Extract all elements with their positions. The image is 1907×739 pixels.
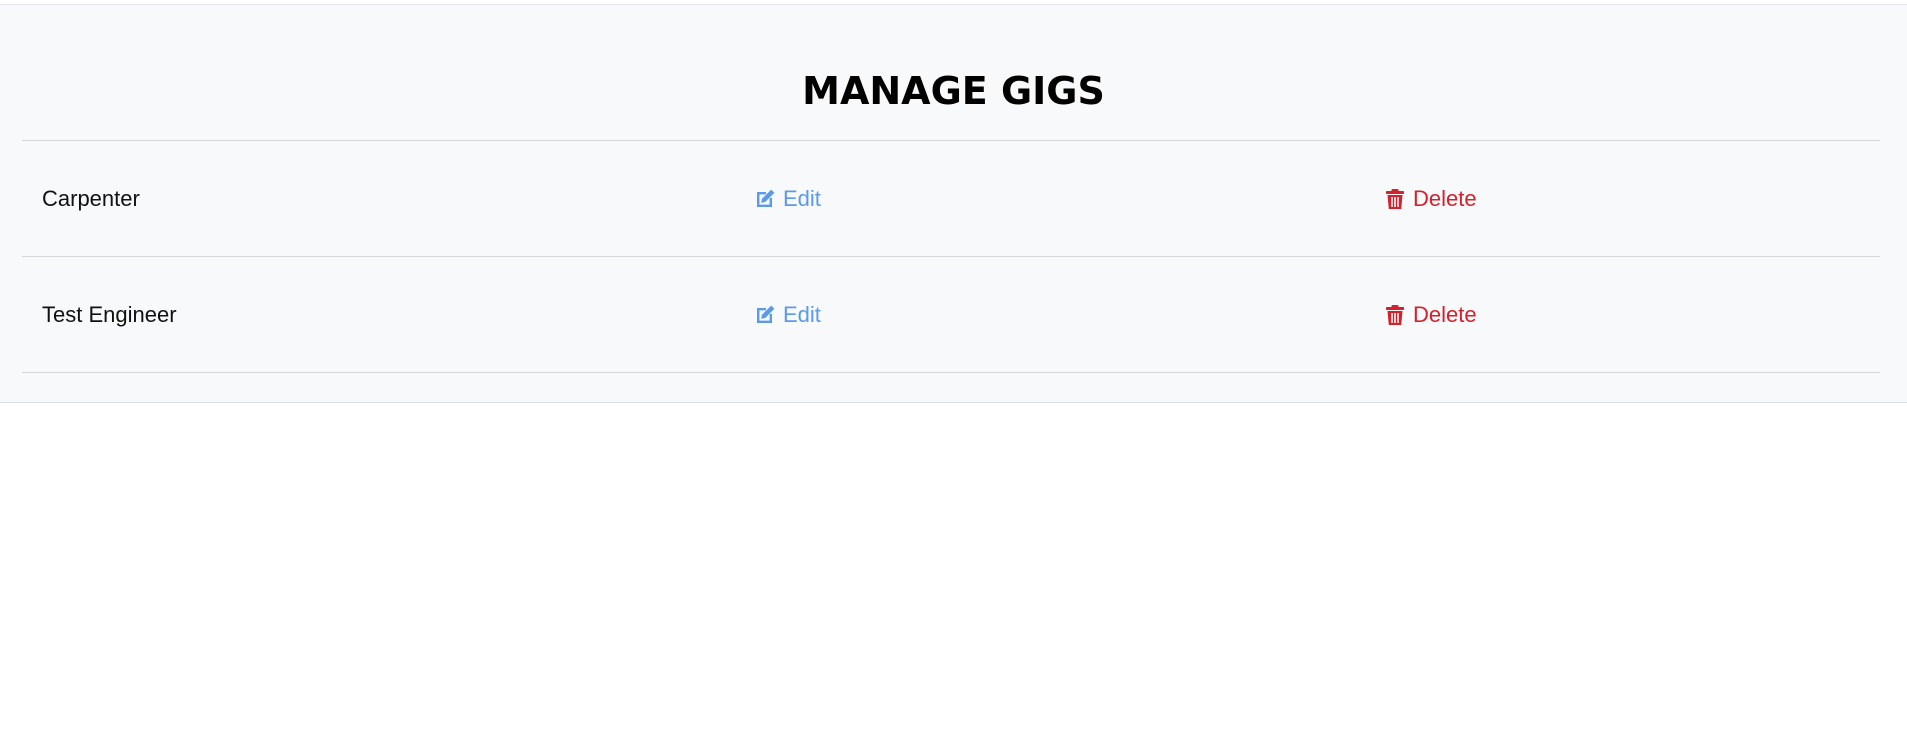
- page-title: MANAGE GIGS: [802, 69, 1105, 113]
- delete-button[interactable]: Delete: [1383, 141, 1477, 256]
- edit-icon: [753, 303, 777, 327]
- manage-gigs-panel: MANAGE GIGS Carpenter Edit Delete Test E…: [0, 4, 1907, 403]
- delete-label: Delete: [1413, 185, 1477, 211]
- table-row: Carpenter Edit Delete: [22, 141, 1880, 257]
- trash-icon: [1383, 303, 1407, 327]
- gig-name: Test Engineer: [42, 301, 177, 327]
- table-row: Test Engineer Edit Delete: [22, 257, 1880, 373]
- trash-icon: [1383, 187, 1407, 211]
- edit-icon: [753, 187, 777, 211]
- gig-name: Carpenter: [42, 185, 140, 211]
- delete-button[interactable]: Delete: [1383, 257, 1477, 372]
- edit-label: Edit: [783, 185, 821, 211]
- gigs-table: Carpenter Edit Delete Test Engineer Edit…: [22, 140, 1880, 373]
- edit-button[interactable]: Edit: [753, 257, 821, 372]
- delete-label: Delete: [1413, 301, 1477, 327]
- edit-button[interactable]: Edit: [753, 141, 821, 256]
- edit-label: Edit: [783, 301, 821, 327]
